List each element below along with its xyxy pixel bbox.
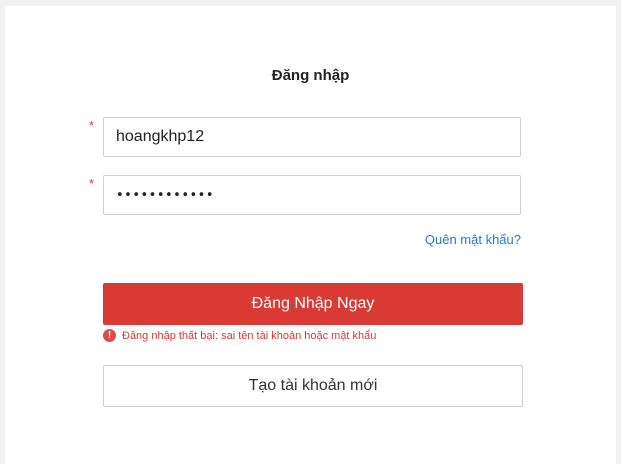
password-input[interactable] — [103, 175, 521, 215]
error-text: Đăng nhập thất bại: sai tên tài khoản ho… — [122, 329, 377, 342]
error-icon: ! — [103, 329, 116, 342]
username-input[interactable] — [103, 117, 521, 157]
login-error-message: ! Đăng nhập thất bại: sai tên tài khoản … — [103, 329, 376, 342]
login-card: Đăng nhập * * Quên mật khẩu? Đăng Nhập N… — [5, 6, 616, 464]
forgot-password-link[interactable]: Quên mật khẩu? — [425, 232, 521, 247]
login-button[interactable]: Đăng Nhập Ngay — [103, 283, 523, 325]
register-button[interactable]: Tạo tài khoản mới — [103, 365, 523, 407]
password-required-mark: * — [89, 176, 95, 191]
page-title: Đăng nhập — [271, 67, 350, 84]
username-required-mark: * — [89, 118, 95, 133]
